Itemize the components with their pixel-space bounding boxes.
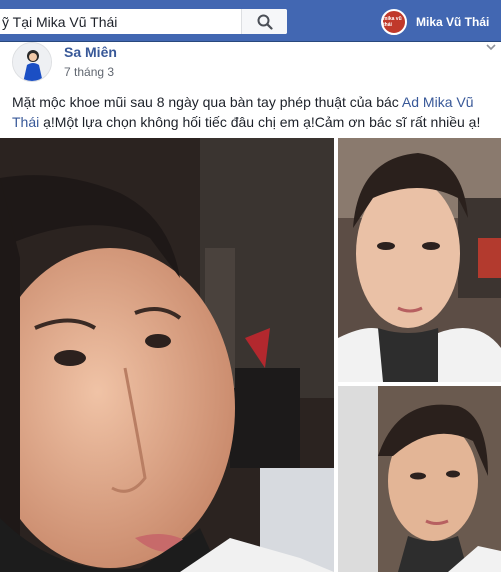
avatar[interactable]: mika vũ thái xyxy=(381,8,407,35)
post-header: Sa Miên 7 tháng 3 xyxy=(12,42,496,86)
profile-link[interactable]: mika vũ thái Mika Vũ Thái xyxy=(381,8,489,35)
post-card: Sa Miên 7 tháng 3 Mặt mộc khoe mũi sau 8… xyxy=(0,42,501,572)
post-text: Mặt mộc khoe mũi sau 8 ngày qua bàn tay … xyxy=(12,92,492,132)
post-photo-main[interactable] xyxy=(0,138,334,572)
chevron-down-icon[interactable] xyxy=(484,40,498,54)
search-icon xyxy=(257,14,273,30)
post-photo-top-right[interactable] xyxy=(338,138,501,382)
search-box[interactable]: ỹ Tại Mika Vũ Thái xyxy=(0,9,287,34)
post-photo-bottom-right[interactable] xyxy=(338,386,501,572)
author-name[interactable]: Sa Miên xyxy=(64,44,117,60)
post-text-start: Mặt mộc khoe mũi sau 8 ngày qua bàn tay … xyxy=(12,94,402,110)
post-date[interactable]: 7 tháng 3 xyxy=(64,65,114,79)
search-input[interactable]: ỹ Tại Mika Vũ Thái xyxy=(0,14,241,30)
profile-name[interactable]: Mika Vũ Thái xyxy=(416,15,489,29)
avatar-logo-text: mika vũ thái xyxy=(383,15,402,28)
author-avatar[interactable] xyxy=(12,42,52,82)
search-button[interactable] xyxy=(241,9,287,34)
post-text-end: ạ!Một lựa chọn không hối tiếc đâu chị em… xyxy=(39,114,481,130)
top-navigation-bar: ỹ Tại Mika Vũ Thái mika vũ thái Mika Vũ … xyxy=(0,0,501,42)
